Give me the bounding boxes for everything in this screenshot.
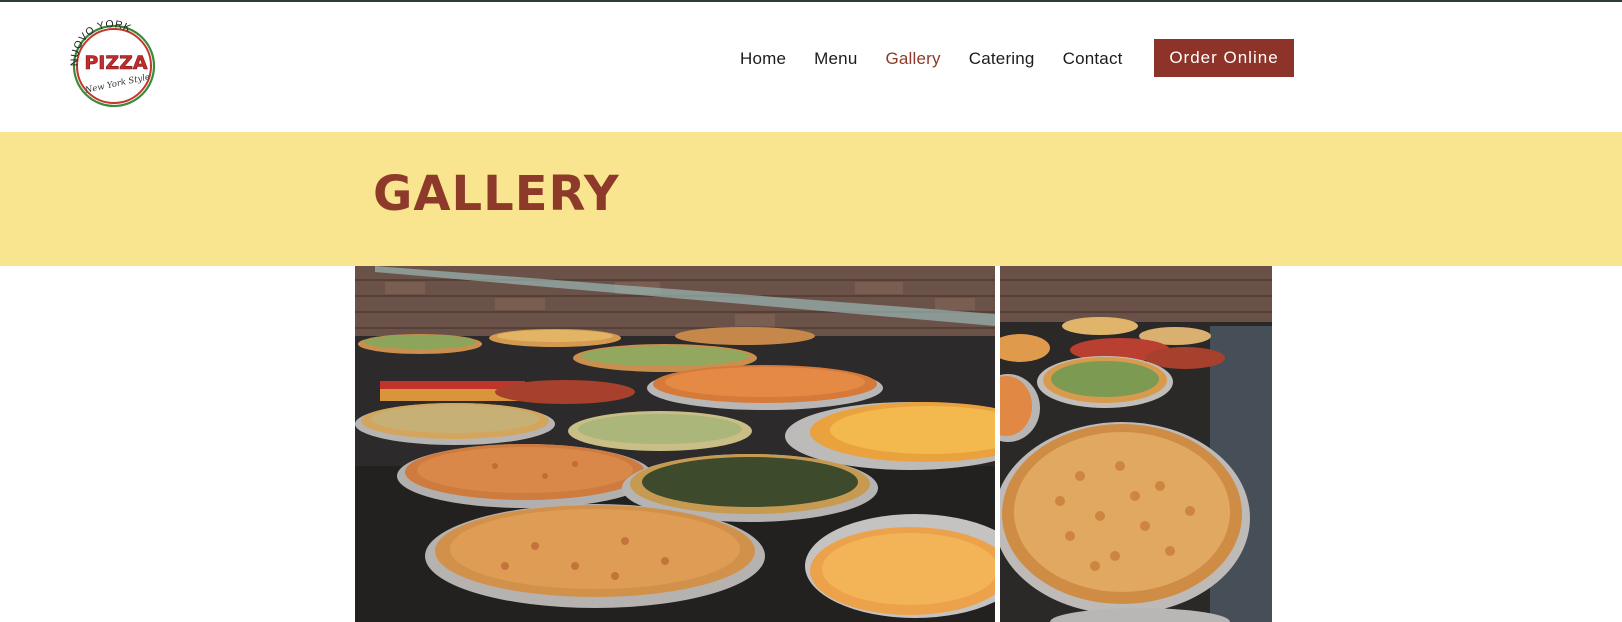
pizza-display-photo [355, 266, 995, 622]
page-banner: GALLERY [0, 132, 1622, 266]
site-logo[interactable]: NUOVO YORK PIZZA New York Style [64, 16, 160, 112]
nav-menu[interactable]: Menu [814, 49, 857, 69]
nav-home[interactable]: Home [740, 49, 786, 69]
photo-gallery [355, 266, 1272, 622]
nav-contact[interactable]: Contact [1063, 49, 1123, 69]
nav-catering[interactable]: Catering [969, 49, 1035, 69]
gallery-photo-display-case[interactable] [355, 266, 995, 622]
pizza-logo-icon: NUOVO YORK PIZZA New York Style [69, 18, 156, 108]
logo-main-text: PIZZA [84, 52, 148, 74]
order-online-button[interactable]: Order Online [1154, 39, 1294, 77]
pizza-closeup-photo [1000, 266, 1272, 622]
nav-gallery[interactable]: Gallery [885, 49, 940, 69]
main-nav: Home Menu Gallery Catering Contact [740, 39, 1151, 79]
gallery-photo-closeup[interactable] [1000, 266, 1272, 622]
page-title: GALLERY [373, 166, 620, 222]
site-header: NUOVO YORK PIZZA New York Style Home Men… [0, 2, 1622, 132]
